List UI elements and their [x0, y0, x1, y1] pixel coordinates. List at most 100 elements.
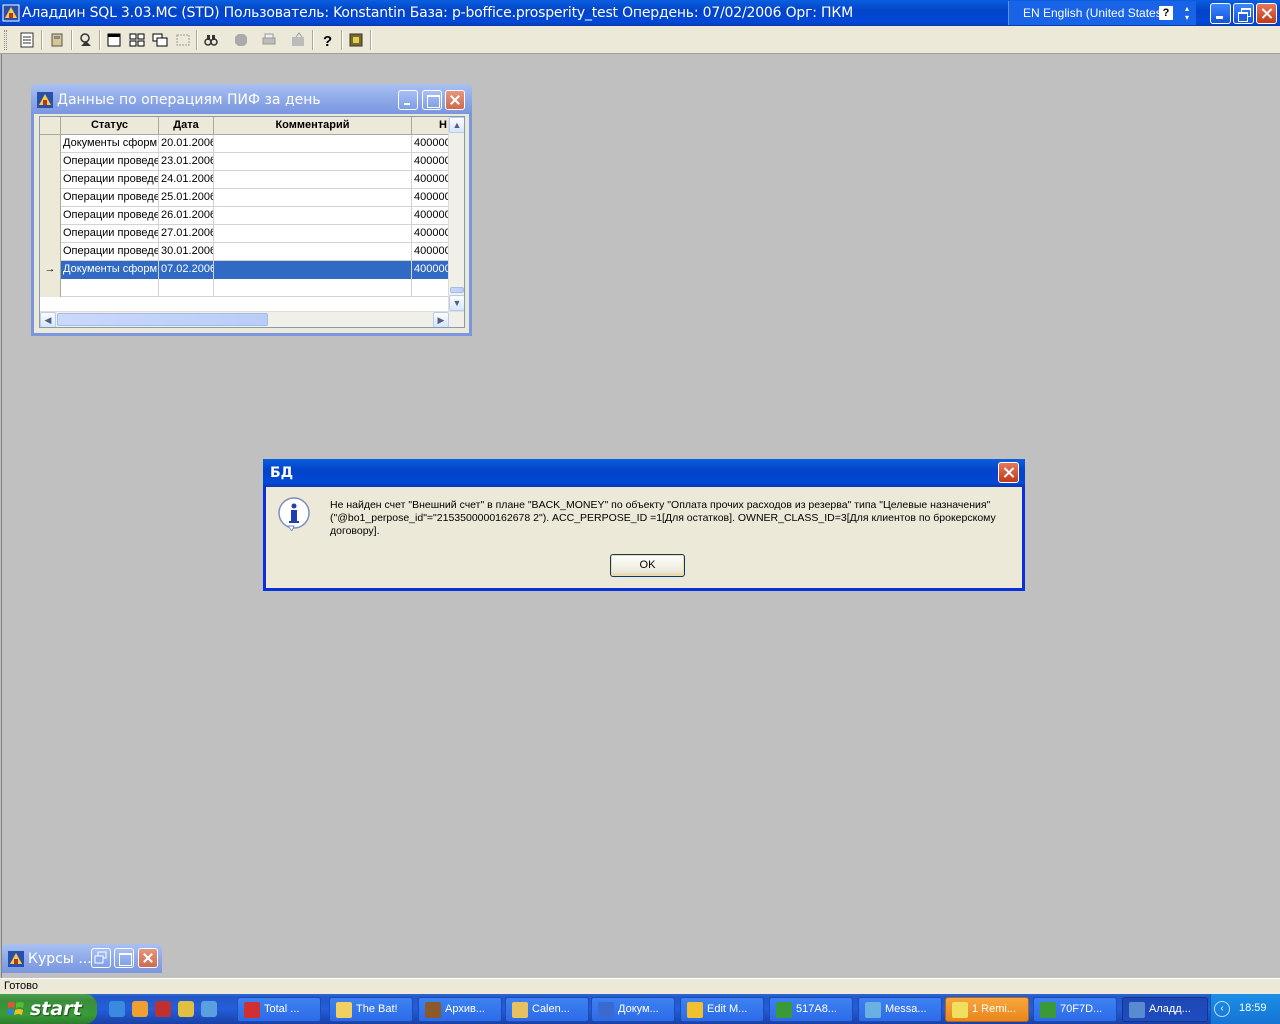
- column-header-number[interactable]: Н: [412, 117, 450, 135]
- taskbar-button[interactable]: Аладд...: [1122, 997, 1208, 1022]
- comment-cell[interactable]: [214, 189, 412, 207]
- single-window-icon[interactable]: [103, 30, 125, 50]
- scroll-up-icon[interactable]: ▲: [449, 117, 464, 133]
- table-row[interactable]: Операции проведе 30.01.2006 400000: [40, 243, 450, 261]
- export-icon[interactable]: [287, 30, 309, 50]
- stop-icon[interactable]: [230, 30, 252, 50]
- row-indicator[interactable]: [40, 153, 61, 171]
- child-close-button[interactable]: [445, 90, 465, 110]
- horizontal-scroll-thumb[interactable]: [57, 313, 268, 326]
- arrange-icon[interactable]: [172, 30, 194, 50]
- date-cell[interactable]: 26.01.2006: [159, 207, 214, 225]
- app-close-button[interactable]: [1256, 3, 1277, 24]
- taskbar-button[interactable]: 1 Remi...: [945, 997, 1029, 1022]
- status-cell[interactable]: Операции проведе: [61, 225, 159, 243]
- table-row[interactable]: Документы сформ 20.01.2006 400000: [40, 135, 450, 153]
- table-row[interactable]: Операции проведе 23.01.2006 400000: [40, 153, 450, 171]
- toolbar-grip[interactable]: [4, 30, 7, 50]
- date-cell[interactable]: [159, 279, 214, 297]
- minimized-restore-button[interactable]: [91, 948, 111, 968]
- row-indicator[interactable]: [40, 225, 61, 243]
- minimized-maximize-button[interactable]: [114, 948, 134, 968]
- row-indicator[interactable]: →: [40, 261, 61, 279]
- language-help-icon[interactable]: ?: [1159, 6, 1173, 20]
- taskbar-button[interactable]: Total ...: [237, 997, 321, 1022]
- status-cell[interactable]: Документы сформ: [61, 135, 159, 153]
- tile-windows-icon[interactable]: [126, 30, 148, 50]
- date-cell[interactable]: 20.01.2006: [159, 135, 214, 153]
- comment-cell[interactable]: [214, 153, 412, 171]
- number-cell[interactable]: 400000: [412, 261, 450, 279]
- status-cell[interactable]: Операции проведе: [61, 189, 159, 207]
- taskbar-button[interactable]: 70F7D...: [1033, 997, 1117, 1022]
- date-cell[interactable]: 07.02.2006: [159, 261, 214, 279]
- table-row[interactable]: Операции проведе 25.01.2006 400000: [40, 189, 450, 207]
- status-cell[interactable]: Операции проведе: [61, 207, 159, 225]
- taskbar-button[interactable]: 517A8...: [769, 997, 853, 1022]
- scroll-left-icon[interactable]: ◀: [40, 312, 56, 327]
- tray-clock[interactable]: 18:59: [1239, 1002, 1267, 1014]
- number-cell[interactable]: 400000: [412, 207, 450, 225]
- date-cell[interactable]: 23.01.2006: [159, 153, 214, 171]
- taskbar-button[interactable]: Докум...: [591, 997, 675, 1022]
- database-message-dialog[interactable]: БД Не найден счет "Внешний счет" в плане…: [263, 459, 1025, 591]
- language-indicator[interactable]: EN English (United States): [1023, 6, 1166, 20]
- child-maximize-button[interactable]: [422, 90, 442, 110]
- cascade-windows-icon[interactable]: [149, 30, 171, 50]
- table-row[interactable]: Операции проведе 26.01.2006 400000: [40, 207, 450, 225]
- date-cell[interactable]: 25.01.2006: [159, 189, 214, 207]
- table-row[interactable]: → Документы сформ 07.02.2006 400000: [40, 261, 450, 279]
- row-indicator[interactable]: [40, 279, 61, 297]
- date-cell[interactable]: 24.01.2006: [159, 171, 214, 189]
- number-cell[interactable]: 400000: [412, 225, 450, 243]
- clock-app-icon[interactable]: [132, 1001, 148, 1017]
- number-cell[interactable]: 400000: [412, 153, 450, 171]
- vertical-scroll-thumb[interactable]: [450, 287, 464, 293]
- help-icon[interactable]: ?: [316, 30, 338, 50]
- number-cell[interactable]: 400000: [412, 135, 450, 153]
- row-indicator[interactable]: [40, 171, 61, 189]
- comment-cell[interactable]: [214, 243, 412, 261]
- comment-cell[interactable]: [214, 171, 412, 189]
- filter-icon[interactable]: [75, 30, 97, 50]
- taskbar-button[interactable]: Messa...: [858, 997, 942, 1022]
- pif-operations-window[interactable]: Данные по операциям ПИФ за день Статус Д…: [31, 84, 472, 336]
- media-app-icon[interactable]: [155, 1001, 171, 1017]
- status-cell[interactable]: Операции проведе: [61, 171, 159, 189]
- dialog-close-button[interactable]: [998, 462, 1019, 483]
- comment-cell[interactable]: [214, 279, 412, 297]
- settings-app-icon[interactable]: [201, 1001, 217, 1017]
- child-window-title-bar[interactable]: Данные по операциям ПИФ за день: [31, 84, 472, 114]
- tool-app-icon[interactable]: [178, 1001, 194, 1017]
- scroll-right-icon[interactable]: ▶: [433, 312, 449, 327]
- number-cell[interactable]: 400000: [412, 243, 450, 261]
- minimized-rates-window[interactable]: Курсы ...: [2, 944, 162, 973]
- row-indicator[interactable]: [40, 189, 61, 207]
- internet-explorer-icon[interactable]: [109, 1001, 125, 1017]
- operations-grid[interactable]: Статус Дата Комментарий Н Документы сфор…: [39, 116, 465, 328]
- grid-vertical-scrollbar[interactable]: ▲ ▼: [448, 117, 464, 311]
- column-header-comment[interactable]: Комментарий: [214, 117, 412, 135]
- status-cell[interactable]: [61, 279, 159, 297]
- tray-expand-icon[interactable]: ‹: [1214, 1001, 1230, 1017]
- exit-icon[interactable]: [345, 30, 367, 50]
- number-cell[interactable]: 400000: [412, 171, 450, 189]
- comment-cell[interactable]: [214, 207, 412, 225]
- row-indicator[interactable]: [40, 207, 61, 225]
- child-minimize-button[interactable]: [398, 90, 418, 110]
- column-header-status[interactable]: Статус: [61, 117, 159, 135]
- status-cell[interactable]: Операции проведе: [61, 153, 159, 171]
- taskbar-button[interactable]: Calen...: [505, 997, 589, 1022]
- dialog-title-bar[interactable]: БД: [263, 459, 1025, 487]
- status-cell[interactable]: Документы сформ: [61, 261, 159, 279]
- ok-button[interactable]: OK: [610, 554, 685, 577]
- app-title-bar[interactable]: Аладдин SQL 3.03.MC (STD) Пользователь: …: [0, 0, 1280, 26]
- taskbar-button[interactable]: Edit M...: [680, 997, 764, 1022]
- date-cell[interactable]: 27.01.2006: [159, 225, 214, 243]
- app-minimize-button[interactable]: [1210, 3, 1231, 24]
- date-cell[interactable]: 30.01.2006: [159, 243, 214, 261]
- aladdin-app-icon[interactable]: [2, 4, 20, 22]
- row-indicator[interactable]: [40, 243, 61, 261]
- comment-cell[interactable]: [214, 225, 412, 243]
- number-cell[interactable]: 400000: [412, 189, 450, 207]
